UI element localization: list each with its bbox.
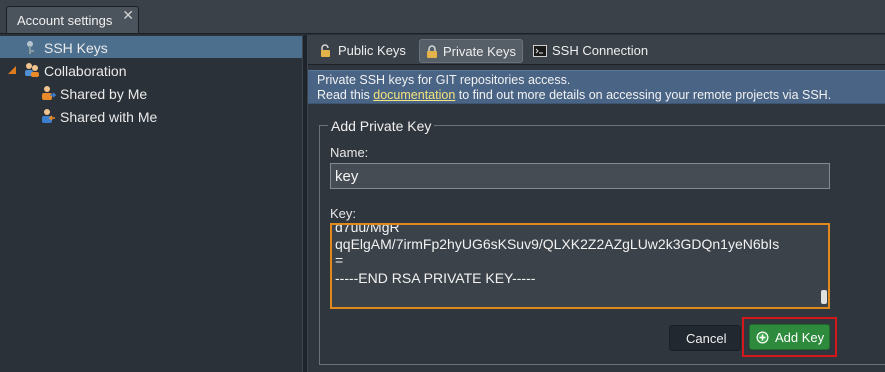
expand-arrow-icon[interactable]	[8, 66, 16, 74]
key-tabs: Public Keys Private Keys SSH Connection	[308, 35, 885, 65]
plus-circle-icon	[756, 331, 769, 344]
scrollbar[interactable]	[819, 225, 828, 307]
sidebar-item-ssh-keys[interactable]: SSH Keys	[0, 36, 302, 58]
sidebar-item-shared-by-me[interactable]: Shared by Me	[0, 82, 302, 104]
cancel-label: Cancel	[686, 331, 727, 346]
info-banner: Private SSH keys for GIT repositories ac…	[308, 70, 885, 104]
sidebar-item-label: Shared with Me	[60, 109, 158, 125]
tab-label: Private Keys	[443, 44, 516, 59]
shared-with-me-icon	[42, 109, 55, 123]
info-text-2: Read this documentation to find out more…	[317, 88, 831, 102]
lock-icon	[427, 45, 437, 58]
main-panel: Public Keys Private Keys SSH Connection …	[308, 35, 885, 372]
sidebar-item-shared-with-me[interactable]: Shared with Me	[0, 105, 302, 127]
cancel-button[interactable]: Cancel	[669, 325, 741, 351]
ssh-keys-icon	[27, 41, 34, 54]
key-text-line: -----END RSA PRIVATE KEY-----	[335, 270, 536, 286]
key-text-line: =	[335, 252, 344, 268]
shared-by-me-icon	[42, 86, 56, 100]
account-settings-tab[interactable]: Account settings ✕	[6, 6, 139, 33]
scrollbar-thumb[interactable]	[821, 290, 827, 304]
unlocked-icon	[321, 44, 330, 57]
sidebar-item-label: Shared by Me	[60, 86, 148, 102]
key-text-line: d7uu/MgR	[335, 223, 400, 235]
name-label: Name:	[330, 145, 369, 160]
tab-label: SSH Connection	[552, 43, 649, 58]
window-tabbar: Account settings ✕	[0, 0, 885, 34]
add-key-button[interactable]: Add Key	[749, 324, 830, 350]
collaboration-icon	[25, 63, 39, 77]
window-title: Account settings	[17, 13, 113, 28]
tab-label: Public Keys	[338, 43, 406, 58]
sidebar-item-label: SSH Keys	[44, 40, 108, 56]
key-text-line: qqElgAM/7irmFp2hyUG6sKSuv9/QLXK2Z2AZgLUw…	[335, 236, 780, 252]
tab-ssh-connection[interactable]: SSH Connection	[530, 39, 654, 63]
name-field[interactable]	[330, 163, 830, 189]
sidebar-item-collaboration[interactable]: Collaboration	[0, 59, 302, 81]
key-textarea[interactable]: d7uu/MgR qqElgAM/7irmFp2hyUG6sKSuv9/QLXK…	[330, 223, 830, 309]
documentation-link[interactable]: documentation	[373, 88, 455, 102]
add-key-label: Add Key	[775, 330, 825, 345]
terminal-icon	[533, 45, 547, 57]
info-text: Private SSH keys for GIT repositories ac…	[317, 73, 571, 87]
info-prefix: Read this	[317, 88, 374, 102]
key-label: Key:	[330, 206, 357, 221]
tab-public-keys[interactable]: Public Keys	[316, 39, 412, 63]
sidebar-item-label: Collaboration	[44, 63, 127, 79]
sidebar: SSH Keys Collaboration Shared by Me Shar…	[0, 35, 302, 372]
info-suffix: to find out more details on accessing yo…	[455, 88, 832, 102]
tab-private-keys[interactable]: Private Keys	[419, 39, 523, 63]
fieldset-legend: Add Private Key	[328, 118, 435, 134]
close-icon[interactable]: ✕	[122, 8, 134, 22]
